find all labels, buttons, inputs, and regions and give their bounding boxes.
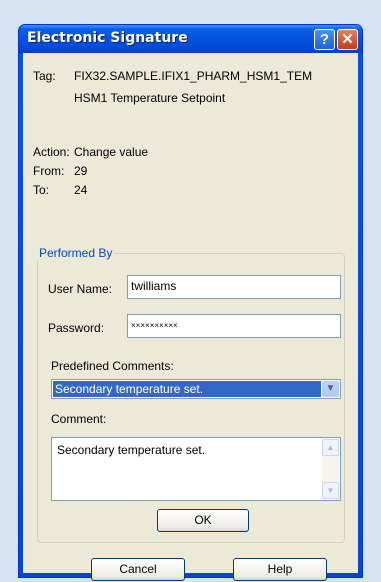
dialog-title: Electronic Signature <box>27 30 188 46</box>
comment-label: Comment: <box>51 412 107 426</box>
user-name-value: twilliams <box>131 279 177 293</box>
electronic-signature-dialog: Electronic Signature ? ✕ Tag: FIX32.SAMP… <box>18 24 363 581</box>
chevron-down-icon[interactable]: ▼ <box>322 381 339 397</box>
password-field[interactable]: ×××××××××× <box>127 314 341 338</box>
user-name-label: User Name: <box>48 282 113 296</box>
from-label: From: <box>33 164 65 178</box>
action-label: Action: <box>33 145 70 159</box>
comment-scrollbar[interactable]: ▲ ▼ <box>322 439 339 499</box>
cancel-button[interactable]: Cancel <box>91 558 185 581</box>
user-name-field[interactable]: twilliams <box>127 275 341 299</box>
to-label: To: <box>33 183 50 197</box>
ok-button[interactable]: OK <box>157 509 249 532</box>
tag-value: FIX32.SAMPLE.IFIX1_PHARM_HSM1_TEM <box>74 69 313 83</box>
scroll-down-icon[interactable]: ▼ <box>322 482 339 499</box>
help-icon[interactable]: ? <box>314 29 335 50</box>
predefined-comments-dropdown[interactable]: Secondary temperature set. ▼ <box>51 379 341 399</box>
to-value: 24 <box>74 183 88 197</box>
from-value: 29 <box>74 164 88 178</box>
close-icon[interactable]: ✕ <box>337 29 358 50</box>
comment-text: Secondary temperature set. <box>57 443 206 457</box>
help-button[interactable]: Help <box>233 558 327 581</box>
password-value: ×××××××××× <box>131 321 178 330</box>
comment-textarea[interactable]: Secondary temperature set. ▲ ▼ <box>51 437 341 501</box>
tag-description: HSM1 Temperature Setpoint <box>74 91 226 105</box>
action-value: Change value <box>74 145 149 159</box>
predefined-comments-label: Predefined Comments: <box>51 359 174 373</box>
performed-by-legend: Performed By <box>37 246 115 260</box>
tag-label: Tag: <box>33 69 56 83</box>
scroll-up-icon[interactable]: ▲ <box>322 439 339 456</box>
password-label: Password: <box>48 321 105 335</box>
dialog-body: Tag: FIX32.SAMPLE.IFIX1_PHARM_HSM1_TEM H… <box>23 53 358 581</box>
title-bar[interactable]: Electronic Signature ? ✕ <box>19 25 362 53</box>
predefined-comments-selected: Secondary temperature set. <box>53 381 321 397</box>
